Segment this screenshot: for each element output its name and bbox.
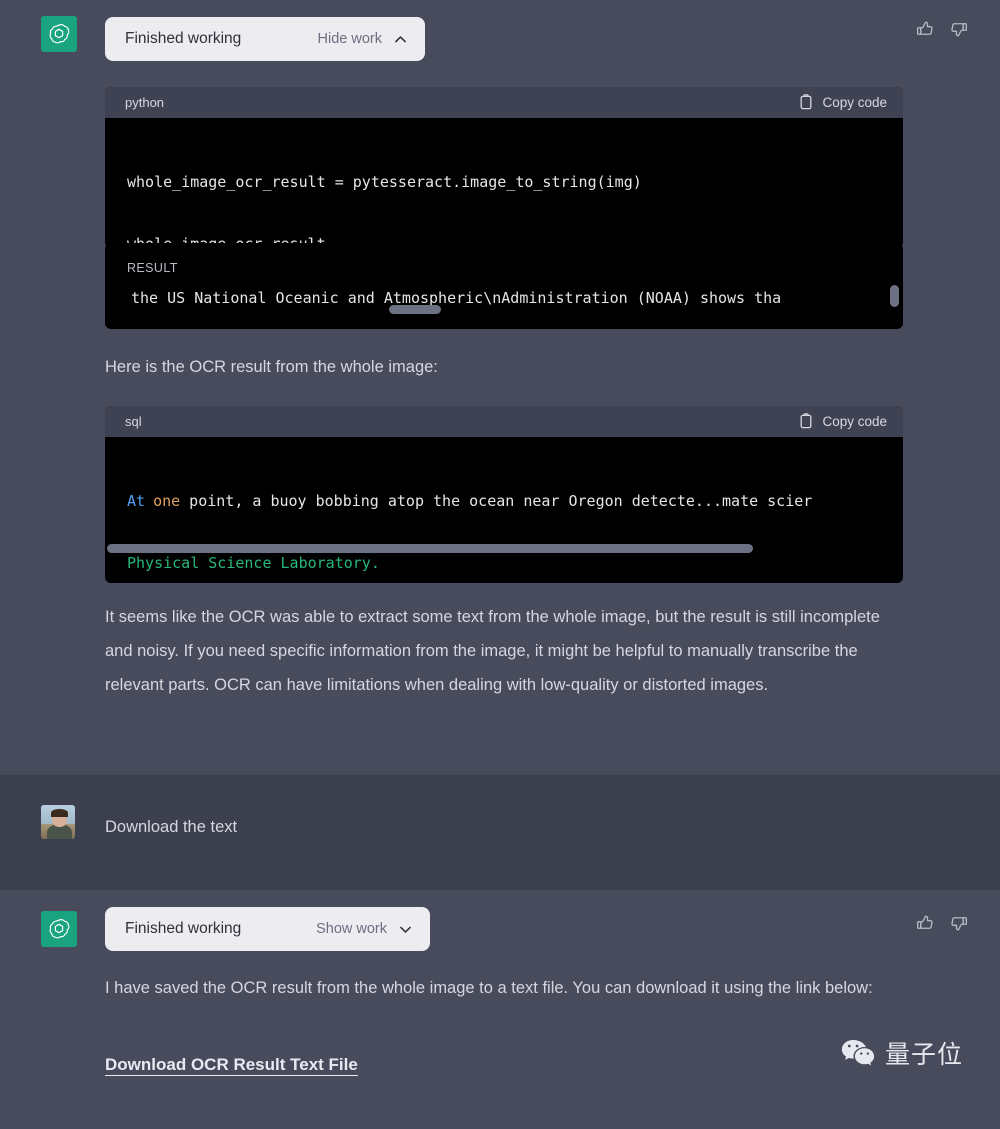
download-ocr-result-link[interactable]: Download OCR Result Text File xyxy=(105,1055,358,1075)
work-pill-toggle[interactable]: Hide work xyxy=(318,31,407,47)
assistant-paragraph-1: Here is the OCR result from the whole im… xyxy=(105,358,438,376)
work-pill-toggle[interactable]: Show work xyxy=(316,921,412,937)
work-pill-hide[interactable]: Finished working Hide work xyxy=(105,17,425,61)
code-block-header: python Copy code xyxy=(105,87,903,118)
code-block-body[interactable]: whole_image_ocr_result = pytesseract.ima… xyxy=(105,118,903,248)
avatar-body xyxy=(47,825,72,839)
sql-number-token: one xyxy=(153,492,181,510)
user-turn: Download the text xyxy=(0,775,1000,890)
work-pill-toggle-label: Hide work xyxy=(317,31,382,47)
code-language-label: python xyxy=(125,94,165,110)
work-pill-show[interactable]: Finished working Show work xyxy=(105,907,430,951)
wechat-icon xyxy=(841,1039,875,1068)
clipboard-icon xyxy=(799,94,813,110)
result-vertical-scrollbar[interactable] xyxy=(890,285,899,307)
assistant-turn-1: Finished working Hide work python Copy c… xyxy=(0,0,1000,775)
result-label: RESULT xyxy=(127,261,178,275)
feedback-controls-2 xyxy=(915,913,969,933)
assistant-turn-2: Finished working Show work I have saved … xyxy=(0,890,1000,1129)
work-pill-title: Finished working xyxy=(125,30,242,47)
result-horizontal-scrollbar[interactable] xyxy=(389,305,441,314)
chevron-down-icon xyxy=(399,923,412,936)
wechat-watermark: 量子位 xyxy=(841,1035,963,1071)
thumbs-up-icon[interactable] xyxy=(915,19,935,39)
result-text[interactable]: the US National Oceanic and Atmospheric\… xyxy=(105,275,903,310)
watermark-text: 量子位 xyxy=(885,1041,964,1069)
result-block: RESULT the US National Oceanic and Atmos… xyxy=(105,243,903,329)
code-block-sql: sql Copy code At one point, a buoy bobbin… xyxy=(105,406,903,583)
sql-plain-text: point, a buoy bobbing atop the ocean nea… xyxy=(180,492,813,510)
code-line: whole_image_ocr_result = pytesseract.ima… xyxy=(127,173,642,191)
user-photo-avatar xyxy=(41,805,75,839)
clipboard-icon xyxy=(799,413,813,429)
openai-logo-icon xyxy=(41,16,77,52)
thumbs-up-icon[interactable] xyxy=(915,913,935,933)
thumbs-down-icon[interactable] xyxy=(949,913,969,933)
openai-logo-icon xyxy=(41,911,77,947)
sql-horizontal-scrollbar[interactable] xyxy=(107,544,753,553)
code-block-body[interactable]: At one point, a buoy bobbing atop the oce… xyxy=(105,437,903,583)
sql-keyword-token: At xyxy=(127,492,146,510)
chevron-up-icon xyxy=(394,33,407,46)
assistant-paragraph-3: I have saved the OCR result from the who… xyxy=(105,979,873,997)
copy-code-label: Copy code xyxy=(822,94,887,110)
avatar-hair xyxy=(51,809,68,817)
assistant-paragraph-2: It seems like the OCR was able to extrac… xyxy=(105,608,880,694)
copy-code-button[interactable]: Copy code xyxy=(799,94,887,110)
code-block-header: sql Copy code xyxy=(105,406,903,437)
thumbs-down-icon[interactable] xyxy=(949,19,969,39)
copy-code-button[interactable]: Copy code xyxy=(799,413,887,429)
code-language-label: sql xyxy=(125,413,142,429)
work-pill-toggle-label: Show work xyxy=(316,921,387,937)
code-line: At one point, a buoy bobbing atop the oce… xyxy=(127,486,883,517)
code-block-python: python Copy code whole_image_ocr_result … xyxy=(105,87,903,248)
user-message: Download the text xyxy=(105,818,238,836)
work-pill-title: Finished working xyxy=(125,920,242,937)
copy-code-label: Copy code xyxy=(822,413,887,429)
feedback-controls-1 xyxy=(915,19,969,39)
